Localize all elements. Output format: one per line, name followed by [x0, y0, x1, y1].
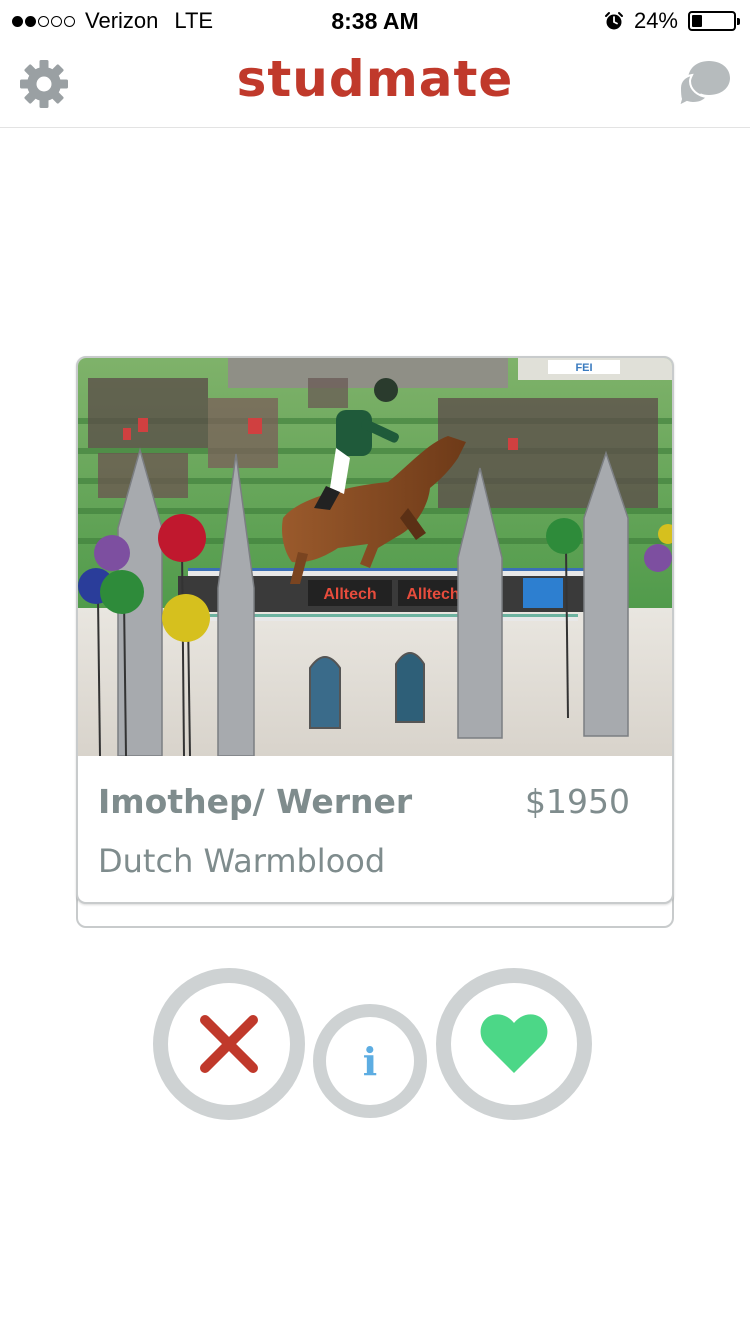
horse-card[interactable]: FEI Alltech Alltech Imothep/ Werner $195…	[76, 356, 674, 904]
heart-icon	[480, 1014, 548, 1073]
battery-percent: 24%	[633, 8, 678, 33]
horse-name: Imothep/ Werner	[98, 782, 413, 821]
sponsor-sign-1: Alltech	[323, 586, 376, 603]
battery-icon	[688, 11, 740, 31]
sponsor-sign-2: Alltech	[406, 586, 459, 603]
alarm-icon	[604, 12, 623, 30]
horse-breed: Dutch Warmblood	[98, 842, 386, 880]
horse-photo: FEI Alltech Alltech	[78, 358, 672, 756]
status-bar: Verizon LTE 8:38 AM 24%	[0, 0, 750, 40]
chat-bubbles-icon[interactable]	[676, 54, 732, 110]
close-icon	[200, 1015, 258, 1073]
info-icon: i	[362, 1038, 378, 1084]
battery-level	[692, 15, 702, 27]
like-button[interactable]	[436, 968, 592, 1120]
info-button[interactable]: i	[313, 1004, 427, 1118]
banner-text: FEI	[575, 362, 592, 374]
app-title: studmate	[236, 50, 514, 108]
card-info: Imothep/ Werner $1950 Dutch Warmblood	[78, 756, 672, 902]
dislike-button[interactable]	[153, 968, 305, 1120]
status-right: 24%	[604, 8, 740, 34]
nav-bar: studmate	[0, 40, 750, 128]
horse-price: $1950	[525, 782, 630, 821]
